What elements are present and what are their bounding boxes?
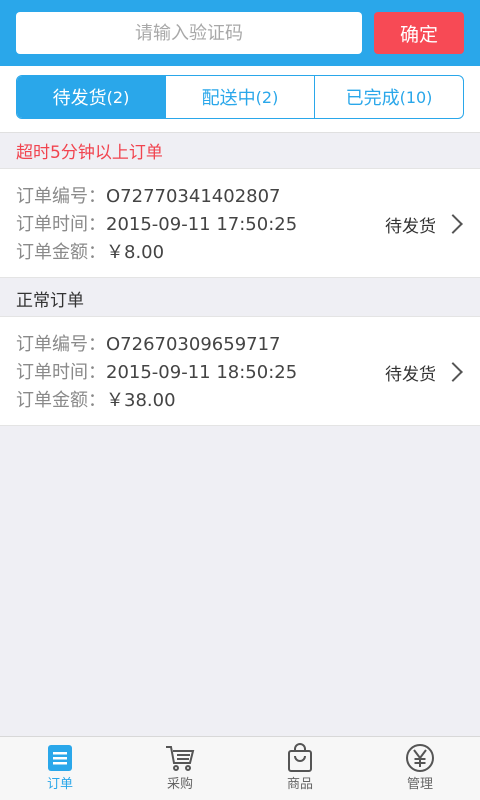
- order-time-label: 订单时间：: [16, 362, 106, 383]
- chevron-right-icon: [443, 214, 463, 234]
- order-status: 待发货: [385, 169, 464, 279]
- order-amount-value: ￥38.00: [106, 390, 176, 411]
- order-amount-row: 订单金额：￥8.00: [16, 239, 297, 267]
- tab-label: 待发货: [52, 88, 107, 109]
- bag-icon: [285, 743, 315, 773]
- nav-item-manage[interactable]: 管理: [360, 737, 480, 800]
- overtime-section-title: 超时5分钟以上订单: [16, 142, 163, 163]
- order-amount-label: 订单金额：: [16, 242, 106, 263]
- order-time-row: 订单时间：2015-09-11 18:50:25: [16, 359, 297, 387]
- chevron-right-icon: [443, 362, 463, 382]
- order-details: 订单编号：O72770341402807 订单时间：2015-09-11 17:…: [16, 183, 297, 267]
- order-time-row: 订单时间：2015-09-11 17:50:25: [16, 211, 297, 239]
- cart-icon: [165, 743, 195, 773]
- nav-label: 商品: [286, 777, 313, 792]
- order-status: 待发货: [385, 317, 464, 427]
- tab-completed[interactable]: 已完成 (10): [315, 76, 463, 118]
- tab-label: 已完成: [345, 88, 400, 109]
- nav-label: 管理: [406, 777, 433, 792]
- order-number-row: 订单编号：O72770341402807: [16, 183, 297, 211]
- nav-item-products[interactable]: 商品: [240, 737, 360, 800]
- verification-code-input[interactable]: [16, 12, 362, 54]
- order-number-value: O72770341402807: [106, 186, 281, 207]
- tab-count: (2): [106, 87, 130, 107]
- tab-label: 配送中: [201, 88, 256, 109]
- order-number-value: O72670309659717: [106, 334, 281, 355]
- order-number-label: 订单编号：: [16, 186, 106, 207]
- tab-pending-shipment[interactable]: 待发货 (2): [17, 76, 166, 118]
- confirm-button[interactable]: 确定: [374, 12, 464, 54]
- list-icon: [45, 743, 75, 773]
- order-status-tabs: 待发货 (2) 配送中 (2) 已完成 (10): [16, 75, 464, 119]
- order-details: 订单编号：O72670309659717 订单时间：2015-09-11 18:…: [16, 331, 297, 415]
- yen-circle-icon: [405, 743, 435, 773]
- order-amount-value: ￥8.00: [106, 242, 165, 263]
- normal-section-title: 正常订单: [16, 290, 84, 311]
- tab-count: (10): [399, 87, 433, 107]
- tab-count: (2): [255, 87, 279, 107]
- order-time-label: 订单时间：: [16, 214, 106, 235]
- nav-item-purchase[interactable]: 采购: [120, 737, 240, 800]
- order-time-value: 2015-09-11 17:50:25: [106, 214, 298, 235]
- tabs-area: 待发货 (2) 配送中 (2) 已完成 (10): [0, 66, 480, 133]
- order-number-label: 订单编号：: [16, 334, 106, 355]
- order-status-text: 待发货: [385, 216, 436, 237]
- nav-item-orders[interactable]: 订单: [0, 737, 120, 800]
- order-time-value: 2015-09-11 18:50:25: [106, 362, 298, 383]
- order-status-text: 待发货: [385, 364, 436, 385]
- tab-delivering[interactable]: 配送中 (2): [166, 76, 315, 118]
- top-bar: 确定: [0, 0, 480, 66]
- order-card[interactable]: 订单编号：O72770341402807 订单时间：2015-09-11 17:…: [0, 168, 480, 278]
- bottom-nav: 订单 采购 商品 管理: [0, 736, 480, 800]
- order-amount-row: 订单金额：￥38.00: [16, 387, 297, 415]
- order-amount-label: 订单金额：: [16, 390, 106, 411]
- nav-label: 采购: [166, 777, 193, 792]
- order-number-row: 订单编号：O72670309659717: [16, 331, 297, 359]
- order-card[interactable]: 订单编号：O72670309659717 订单时间：2015-09-11 18:…: [0, 316, 480, 426]
- nav-label: 订单: [46, 777, 73, 792]
